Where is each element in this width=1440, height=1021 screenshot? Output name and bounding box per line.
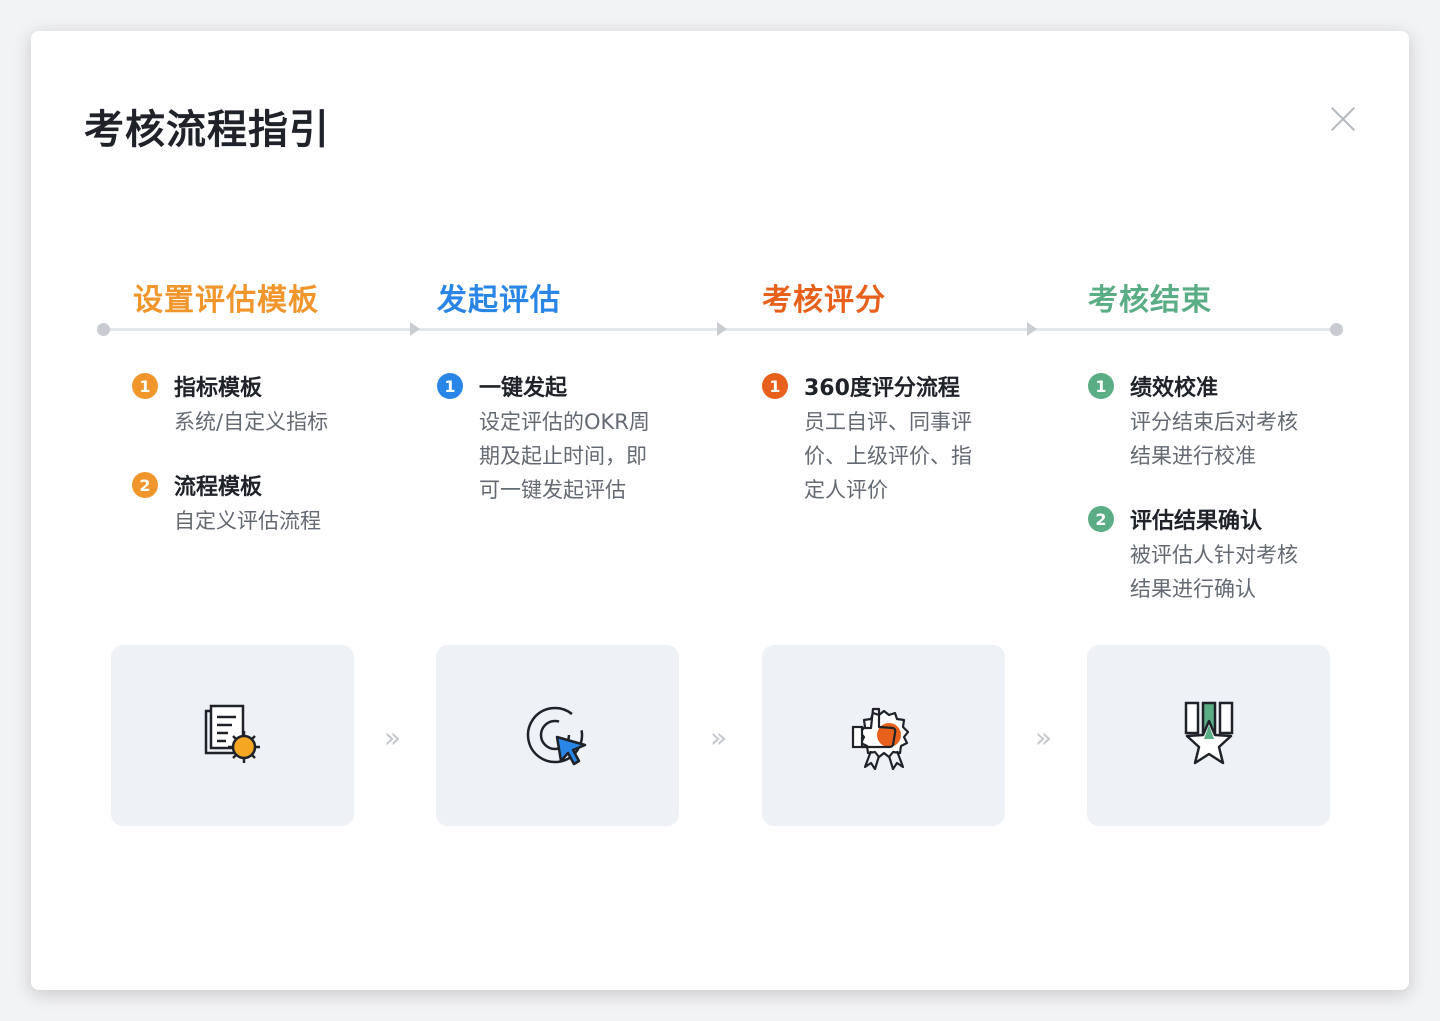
step-description: 员工自评、同事评 价、上级评价、指 定人评价: [804, 410, 972, 502]
stage-card-scoring: [762, 645, 1005, 826]
target-cursor-icon: [526, 706, 586, 765]
double-chevron-icon: »: [1035, 721, 1053, 754]
step-number-badge: 1: [437, 373, 463, 399]
stage-title-template: 设置评估模板: [133, 283, 319, 318]
modal-title: 考核流程指引: [84, 107, 330, 153]
template-settings-icon: [204, 704, 260, 763]
step-item: 1 一键发起 设定评估的OKR周 期及起止时间，即 可一键发起评估: [437, 372, 677, 507]
step-title: 评估结果确认: [1130, 509, 1263, 534]
timeline-arrow-icon: [717, 322, 727, 336]
step-description: 设定评估的OKR周 期及起止时间，即 可一键发起评估: [479, 410, 650, 502]
stage-title-finish: 考核结束: [1088, 283, 1212, 318]
timeline: [97, 322, 1343, 336]
step-number-badge: 1: [132, 373, 158, 399]
step-number-badge: 1: [762, 373, 788, 399]
step-title: 流程模板: [174, 475, 263, 500]
step-number-badge: 2: [1088, 506, 1114, 532]
step-description: 系统/自定义指标: [174, 410, 329, 434]
step-description: 被评估人针对考核 结果进行确认: [1130, 543, 1298, 601]
star-medal-icon: [1184, 701, 1233, 764]
step-number-badge: 2: [132, 472, 158, 498]
step-item: 2 流程模板 自定义评估流程: [132, 471, 372, 538]
stage-card-finish: [1087, 645, 1330, 826]
stage-title-launch: 发起评估: [437, 283, 561, 318]
stage-card-template: [111, 645, 354, 826]
step-title: 一键发起: [479, 376, 568, 401]
step-number-badge: 1: [1088, 373, 1114, 399]
step-item: 1 360度评分流程 员工自评、同事评 价、上级评价、指 定人评价: [762, 372, 1002, 507]
double-chevron-icon: »: [710, 721, 728, 754]
guide-modal: 考核流程指引 设置评估模板 发起评估 考核评分 考核结束 1 指标模板 系统/自…: [31, 31, 1409, 990]
step-item: 1 绩效校准 评分结束后对考核 结果进行校准: [1088, 372, 1328, 473]
step-title: 绩效校准: [1130, 376, 1219, 401]
timeline-end-dot: [1330, 323, 1343, 336]
step-item: 1 指标模板 系统/自定义指标: [132, 372, 372, 439]
stage-card-launch: [436, 645, 679, 826]
close-icon[interactable]: [1329, 105, 1357, 133]
step-title: 360度评分流程: [804, 376, 960, 401]
step-item: 2 评估结果确认 被评估人针对考核 结果进行确认: [1088, 505, 1328, 606]
step-title: 指标模板: [174, 376, 263, 401]
thumbs-up-award-icon: [851, 707, 909, 770]
stage-title-scoring: 考核评分: [762, 283, 886, 318]
timeline-arrow-icon: [410, 322, 420, 336]
double-chevron-icon: »: [384, 721, 402, 754]
timeline-start-dot: [97, 323, 110, 336]
step-description: 自定义评估流程: [174, 509, 321, 533]
timeline-arrow-icon: [1027, 322, 1037, 336]
step-description: 评分结束后对考核 结果进行校准: [1130, 410, 1298, 468]
